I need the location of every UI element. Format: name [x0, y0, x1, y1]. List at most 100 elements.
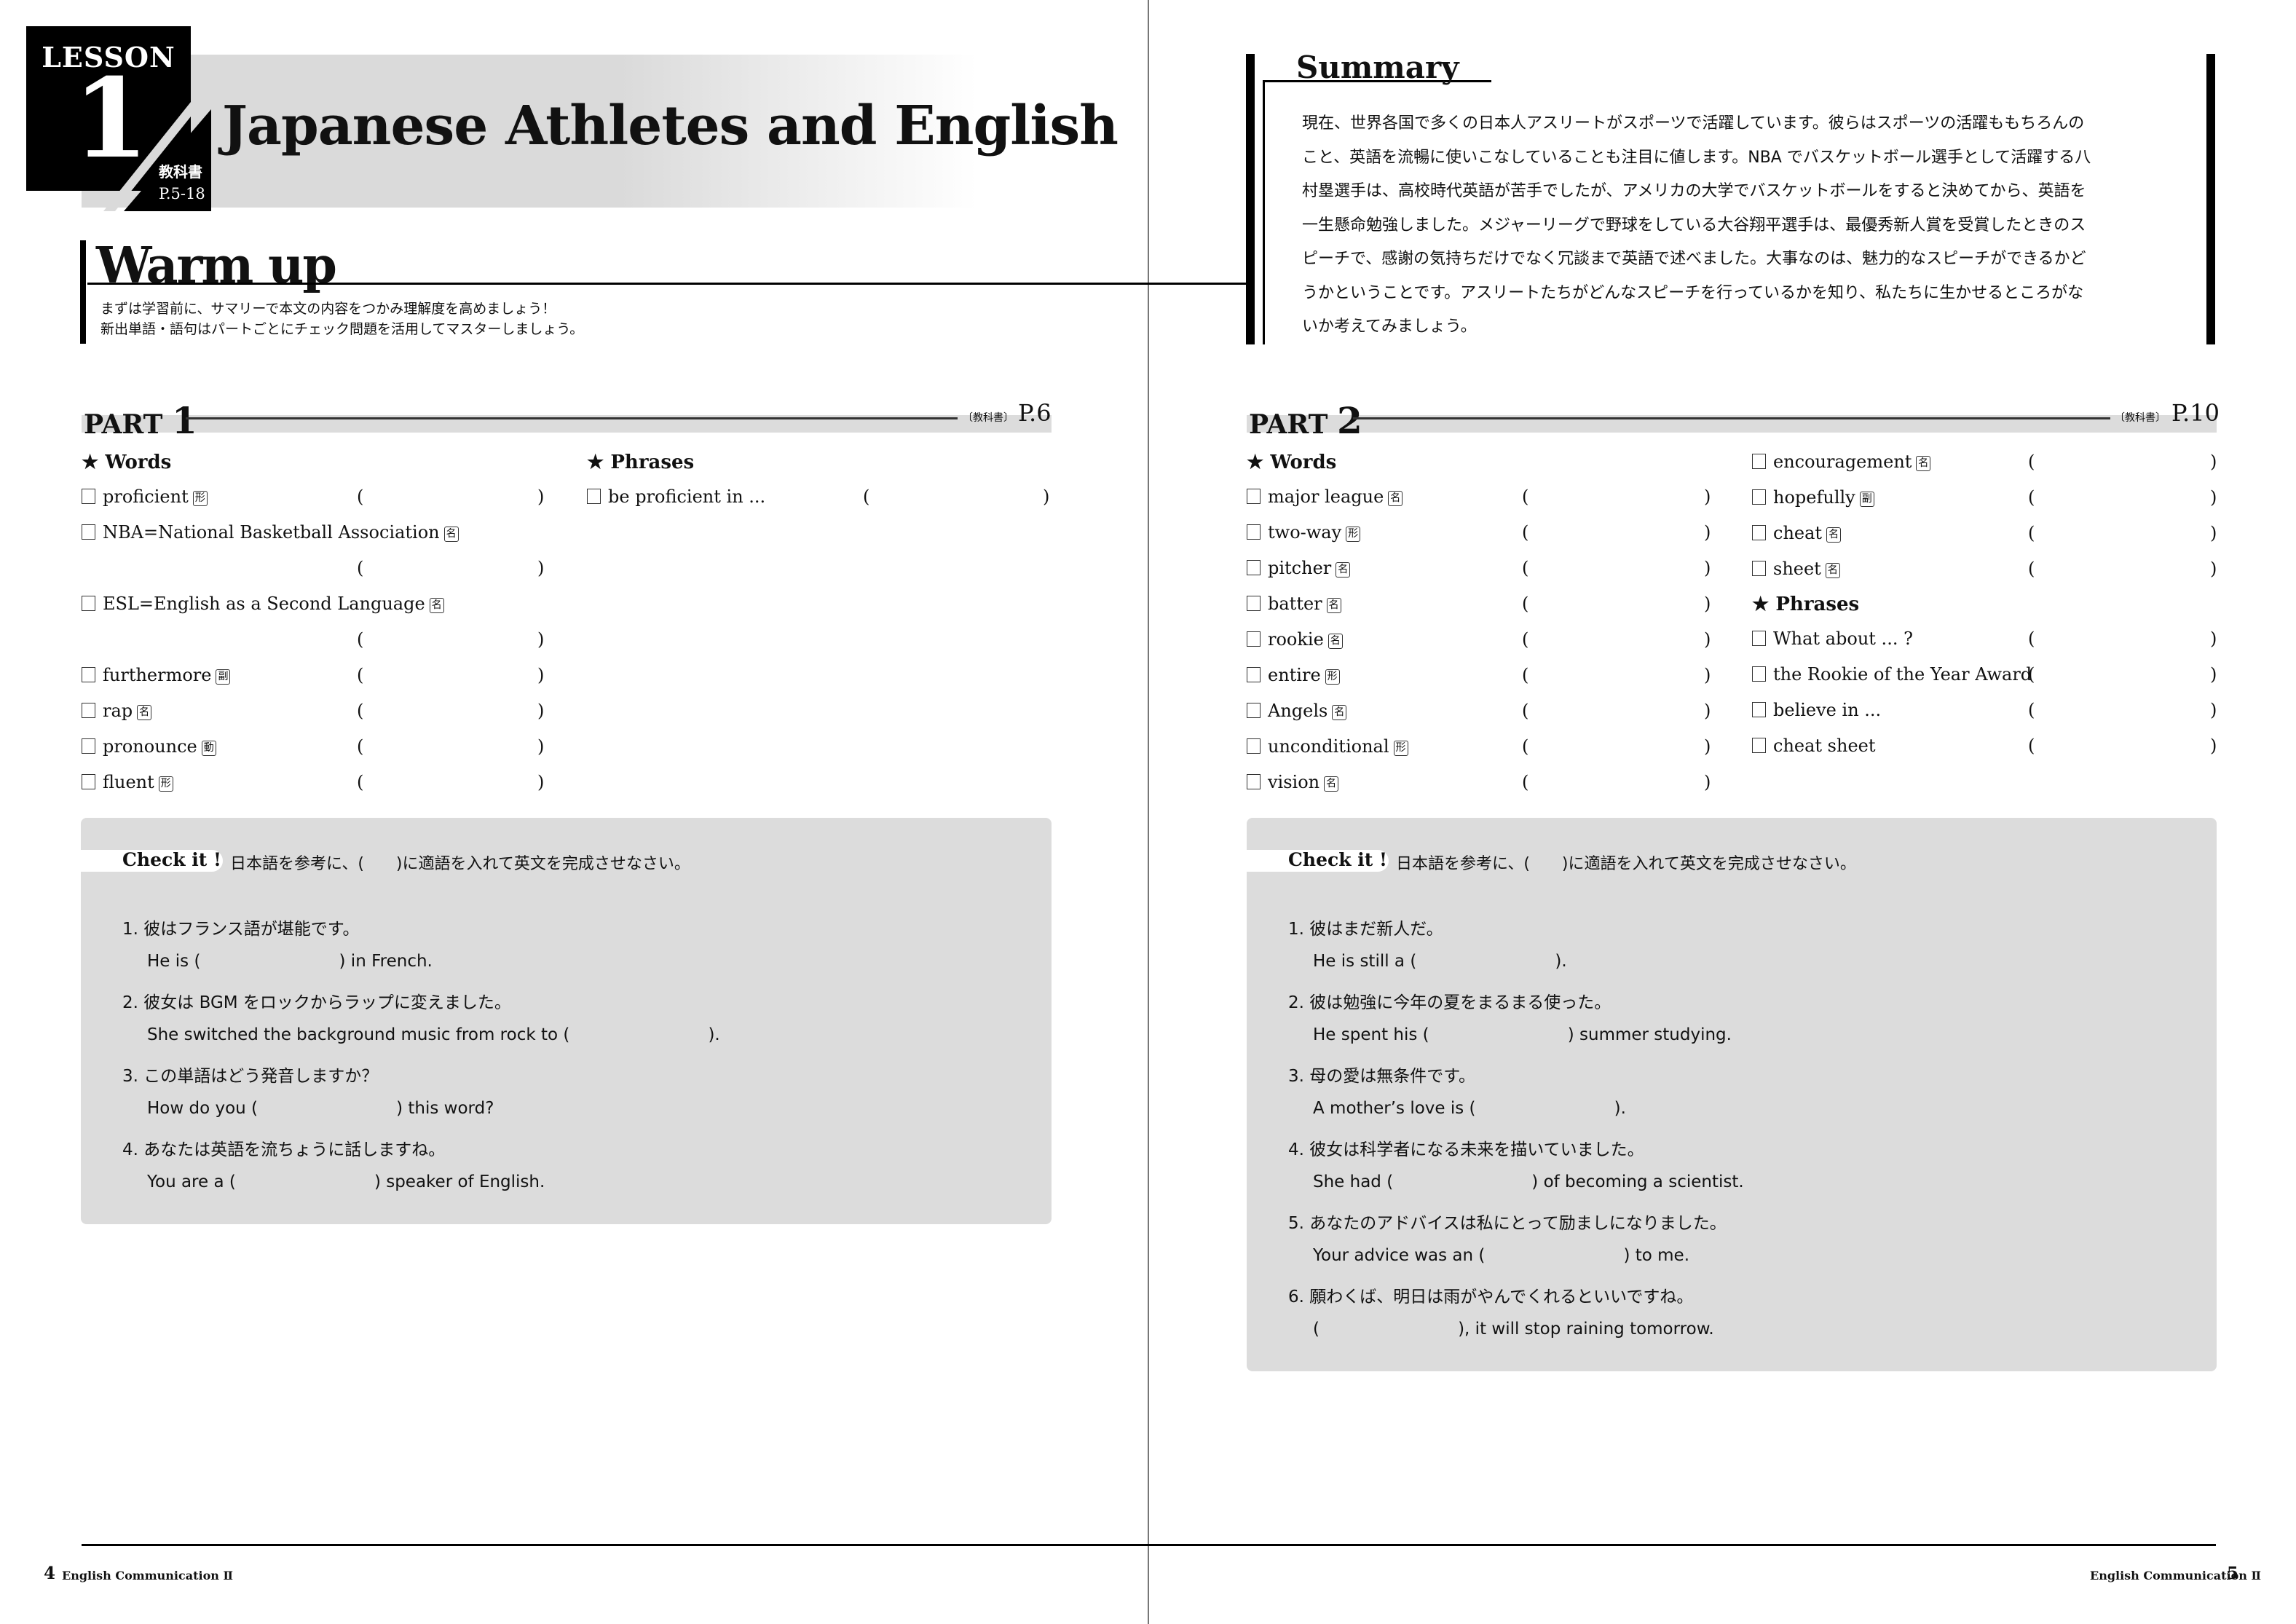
- checkbox-icon[interactable]: [1247, 560, 1261, 575]
- checkbox-icon[interactable]: [1752, 561, 1766, 576]
- answer-blank-input[interactable]: [2038, 736, 2206, 757]
- answer-blank[interactable]: [1485, 1246, 1623, 1265]
- answer-blank-input[interactable]: [1532, 772, 1700, 794]
- vocab-term: proficient: [103, 486, 189, 507]
- answer-blank-input[interactable]: [1532, 558, 1700, 580]
- checkbox-icon[interactable]: [1247, 738, 1261, 754]
- checkbox-icon[interactable]: [82, 703, 95, 718]
- answer-blank-input[interactable]: [367, 736, 533, 758]
- checkbox-icon[interactable]: [1247, 774, 1261, 789]
- checkbox-icon[interactable]: [1247, 489, 1261, 504]
- answer-blank[interactable]: [1319, 1320, 1458, 1339]
- vocab-term: cheat sheet: [1773, 736, 1876, 756]
- answer-blank-close: ): [2210, 559, 2217, 579]
- answer-blank-open: (: [2028, 736, 2035, 756]
- vocab-row: encouragement 名: [1752, 452, 1931, 472]
- answer-blank-input[interactable]: [2038, 628, 2206, 650]
- answer-blank-open: (: [2028, 559, 2035, 579]
- answer-blank-open: (: [357, 772, 364, 792]
- summary-line: 村塁選手は、高校時代英語が苦手でしたが、アメリカの大学でバスケットボールをすると…: [1302, 182, 2086, 200]
- answer-blank-input[interactable]: [367, 701, 533, 722]
- checkbox-icon[interactable]: [82, 667, 95, 682]
- answer-blank[interactable]: [258, 1099, 396, 1118]
- answer-blank-input[interactable]: [367, 558, 533, 580]
- answer-blank-input[interactable]: [1532, 701, 1700, 722]
- answer-blank-input[interactable]: [1532, 629, 1700, 651]
- answer-blank-input[interactable]: [1532, 736, 1700, 758]
- answer-blank[interactable]: [1416, 952, 1555, 971]
- page-fold-divider: [1148, 0, 1149, 1624]
- checkbox-icon[interactable]: [1752, 666, 1766, 682]
- phrase-row: cheat sheet: [1752, 736, 1876, 756]
- answer-blank[interactable]: [569, 1025, 708, 1044]
- answer-blank-close: ): [1704, 665, 1711, 685]
- answer-blank-input[interactable]: [2038, 700, 2206, 722]
- part-of-speech-badge: 形: [192, 491, 208, 506]
- answer-blank-input[interactable]: [1532, 522, 1700, 544]
- vocab-row: furthermore 副: [82, 665, 231, 685]
- vocab-row: sheet 名: [1752, 559, 1840, 579]
- answer-blank[interactable]: [1393, 1172, 1531, 1191]
- answer-blank[interactable]: [236, 1172, 374, 1191]
- answer-blank-close: ): [537, 772, 545, 792]
- question-english: Your advice was an ( ) to me.: [1313, 1246, 1689, 1265]
- checkbox-icon[interactable]: [82, 774, 95, 789]
- answer-blank-input[interactable]: [1532, 486, 1700, 508]
- part-of-speech-badge: 名: [1825, 563, 1840, 578]
- answer-blank-open: (: [1522, 594, 1529, 614]
- answer-blank-close: ): [537, 701, 545, 721]
- answer-blank-close: ): [1704, 772, 1711, 792]
- checkbox-icon[interactable]: [82, 524, 95, 540]
- answer-blank-input[interactable]: [367, 665, 533, 687]
- summary-accent-bar-right: [2206, 54, 2215, 344]
- checkbox-icon[interactable]: [1247, 667, 1261, 682]
- answer-blank-input[interactable]: [873, 486, 1038, 508]
- checkbox-icon[interactable]: [1247, 524, 1261, 540]
- answer-blank[interactable]: [1476, 1099, 1614, 1118]
- sentence-before: You are a (: [147, 1172, 236, 1191]
- textbook-pages: P.5-18: [159, 185, 205, 202]
- sentence-before: He is still a (: [1313, 951, 1417, 971]
- part-of-speech-badge: 名: [1326, 598, 1341, 613]
- checkbox-icon[interactable]: [1752, 454, 1766, 469]
- answer-blank-close: ): [2210, 664, 2217, 685]
- answer-blank-input[interactable]: [1532, 594, 1700, 615]
- question-japanese: 1. 彼はフランス語が堪能です。: [122, 920, 360, 939]
- answer-blank-close: ): [1704, 558, 1711, 578]
- answer-blank-open: (: [357, 736, 364, 757]
- answer-blank-input[interactable]: [2038, 664, 2206, 686]
- answer-blank-input[interactable]: [367, 772, 533, 794]
- vocab-row: pronounce 動: [82, 736, 216, 757]
- sentence-before: How do you (: [147, 1098, 259, 1118]
- answer-blank-input[interactable]: [367, 629, 533, 651]
- checkbox-icon[interactable]: [587, 489, 601, 504]
- checkbox-icon[interactable]: [82, 596, 95, 611]
- part-number: 1: [172, 399, 197, 442]
- answer-blank-input[interactable]: [2038, 523, 2206, 545]
- answer-blank-close: ): [2210, 487, 2217, 508]
- answer-blank-input[interactable]: [1532, 665, 1700, 687]
- answer-blank-open: (: [357, 701, 364, 721]
- checkbox-icon[interactable]: [1247, 631, 1261, 647]
- question-japanese: 5. あなたのアドバイスは私にとって励ましになりました。: [1288, 1214, 1727, 1233]
- part-of-speech-badge: 名: [1324, 776, 1339, 792]
- summary-body: 現在、世界各国で多くの日本人アスリートがスポーツで活躍しています。彼らはスポーツ…: [1302, 107, 2183, 344]
- checkbox-icon[interactable]: [1752, 631, 1766, 646]
- answer-blank[interactable]: [200, 952, 339, 971]
- checkbox-icon[interactable]: [1247, 703, 1261, 718]
- checkbox-icon[interactable]: [1247, 596, 1261, 611]
- checkbox-icon[interactable]: [1752, 738, 1766, 753]
- answer-blank-input[interactable]: [2038, 487, 2206, 509]
- part-word: PART: [84, 409, 163, 440]
- checkbox-icon[interactable]: [1752, 702, 1766, 717]
- sentence-after: ) in French.: [339, 951, 433, 971]
- checkbox-icon[interactable]: [82, 489, 95, 504]
- checkbox-icon[interactable]: [82, 738, 95, 754]
- answer-blank[interactable]: [1429, 1025, 1568, 1044]
- answer-blank-close: ): [537, 558, 545, 578]
- checkbox-icon[interactable]: [1752, 489, 1766, 505]
- answer-blank-input[interactable]: [367, 486, 533, 508]
- answer-blank-input[interactable]: [2038, 559, 2206, 580]
- checkbox-icon[interactable]: [1752, 525, 1766, 540]
- answer-blank-input[interactable]: [2038, 452, 2206, 473]
